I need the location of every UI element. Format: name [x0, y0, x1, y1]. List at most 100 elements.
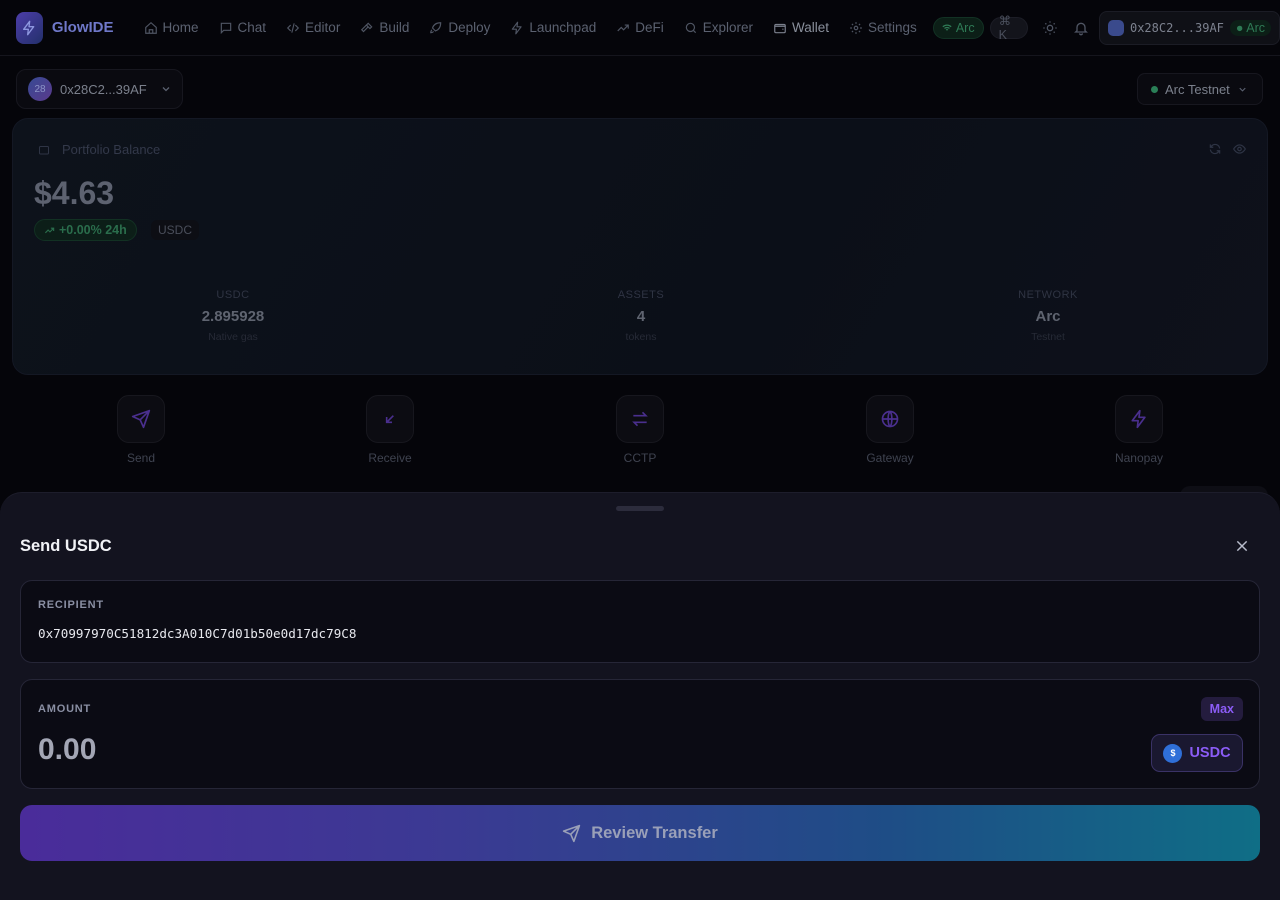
action-gateway-button[interactable] [866, 395, 914, 443]
home-icon [144, 21, 157, 34]
max-button[interactable]: Max [1200, 697, 1243, 721]
action-gateway[interactable]: Gateway [850, 395, 930, 465]
nav-item-label: DeFi [635, 20, 664, 35]
network-status-label: Arc [955, 20, 975, 35]
nav-item-chat[interactable]: Chat [209, 13, 277, 43]
chat-icon [220, 22, 231, 34]
arrow-down-left-icon [385, 415, 394, 424]
portfolio-balance: $4.63 [34, 175, 115, 211]
currency-badge: USDC [151, 220, 200, 240]
action-nanopay[interactable]: Nanopay [1099, 395, 1179, 465]
wallet-chip-icon [1107, 19, 1124, 36]
stat-assets: ASSETS 4 tokens [541, 289, 741, 343]
gear-icon [850, 21, 862, 34]
token-selector-button[interactable]: $ USDC [1151, 734, 1243, 772]
nav-item-label: Wallet [792, 20, 830, 35]
close-button[interactable] [1230, 534, 1254, 558]
action-cctp[interactable]: CCTP [600, 395, 680, 465]
stat-network: NETWORK Arc Testnet [948, 289, 1148, 343]
avatar: 28 [28, 77, 52, 101]
action-cctp-button[interactable] [616, 395, 664, 443]
nav-item-home[interactable]: Home [134, 13, 209, 43]
trend-up-icon [44, 227, 55, 233]
action-receive[interactable]: Receive [350, 395, 430, 465]
account-selector[interactable]: 28 0x28C2...39AF [16, 69, 183, 109]
nav-item-label: Settings [868, 20, 917, 35]
wallet-chip-network: ● Arc [1229, 19, 1271, 36]
sheet-title: Send USDC [20, 537, 112, 555]
recipient-field[interactable]: RECIPIENT 0x70997970C51812dc3A010C7d01b5… [20, 580, 1260, 663]
stat-sub: tokens [625, 331, 657, 343]
portfolio-card: Portfolio Balance $4.63 +0.00% 24h USDC … [12, 118, 1268, 375]
wallet-icon [39, 145, 49, 154]
review-transfer-label: Review Transfer [591, 823, 718, 842]
nav-item-label: Build [379, 20, 410, 35]
bolt-icon [23, 20, 35, 35]
brand-name: GlowIDE [51, 19, 114, 36]
theme-toggle-button[interactable] [1036, 11, 1065, 45]
action-nanopay-button[interactable] [1115, 395, 1163, 443]
close-icon [1236, 540, 1248, 552]
hammer-icon [361, 22, 373, 32]
nav-item-label: Launchpad [529, 20, 597, 35]
nav-item-explorer[interactable]: Explorer [674, 13, 763, 43]
nav-item-label: Explorer [702, 20, 754, 35]
nav-item-label: Chat [237, 20, 267, 35]
logo[interactable] [16, 11, 43, 44]
recipient-input[interactable]: 0x70997970C51812dc3A010C7d01b50e0d17dc79… [38, 626, 356, 641]
token-label: USDC [1189, 745, 1231, 761]
nav-item-deploy[interactable]: Deploy [419, 13, 500, 43]
wallet-chip-network-label: Arc [1246, 20, 1265, 35]
swap-arrows-icon [632, 411, 648, 427]
action-label: CCTP [623, 451, 657, 465]
top-navigation-bar: GlowIDE Home Chat Editor Build Deploy La… [0, 0, 1280, 56]
wallet-connect-chip[interactable]: 0x28C2...39AF ● Arc [1098, 10, 1280, 45]
network-status-pill[interactable]: Arc [932, 16, 984, 39]
change-label: +0.00% 24h [59, 223, 127, 237]
nav-item-launchpad[interactable]: Launchpad [500, 13, 606, 43]
bell-icon [1073, 22, 1088, 35]
action-label: Receive [368, 451, 412, 465]
action-label: Gateway [866, 451, 914, 465]
nav-item-editor[interactable]: Editor [276, 13, 350, 43]
notifications-button[interactable] [1066, 11, 1095, 45]
bolt-icon [1131, 409, 1146, 429]
send-icon [563, 824, 581, 842]
nav-item-settings[interactable]: Settings [839, 13, 927, 43]
nav-item-wallet[interactable]: Wallet [763, 13, 839, 43]
network-selector-label: Arc Testnet [1165, 81, 1230, 97]
action-send[interactable]: Send [101, 395, 181, 465]
portfolio-controls [1208, 142, 1247, 156]
action-send-button[interactable] [117, 395, 165, 443]
stat-label: USDC [216, 289, 250, 301]
eye-icon[interactable] [1232, 142, 1247, 156]
nav-item-defi[interactable]: DeFi [606, 13, 674, 43]
stat-label: ASSETS [617, 289, 665, 301]
sun-icon [1043, 20, 1057, 35]
wallet-chip-address: 0x28C2...39AF [1129, 20, 1224, 35]
code-icon [286, 22, 300, 33]
chevron-down-icon [1239, 87, 1246, 92]
portfolio-header: Portfolio Balance [38, 142, 160, 157]
wallet-icon [774, 23, 786, 33]
search-icon [685, 22, 696, 33]
refresh-icon[interactable] [1208, 142, 1222, 156]
action-receive-button[interactable] [366, 395, 414, 443]
nav-item-label: Editor [305, 20, 341, 35]
stat-sub: Native gas [208, 331, 258, 343]
amount-input[interactable]: 0.00 [38, 733, 96, 767]
nav-item-build[interactable]: Build [350, 13, 419, 43]
network-status-dot [1151, 85, 1158, 93]
network-selector[interactable]: Arc Testnet [1137, 73, 1263, 105]
stat-value: Arc [1035, 308, 1061, 325]
change-badge: +0.00% 24h [34, 219, 137, 241]
review-transfer-button[interactable]: Review Transfer [20, 805, 1260, 861]
trend-up-icon [617, 24, 630, 31]
stat-sub: Testnet [1031, 331, 1065, 343]
command-palette-shortcut[interactable]: ⌘ K [989, 14, 1028, 42]
amount-field[interactable]: AMOUNT Max 0.00 $ USDC [20, 679, 1260, 789]
bolt-icon [512, 21, 523, 34]
stat-label: NETWORK [1018, 289, 1078, 301]
usdc-coin-icon: $ [1163, 743, 1183, 763]
sheet-drag-handle[interactable] [616, 506, 664, 511]
